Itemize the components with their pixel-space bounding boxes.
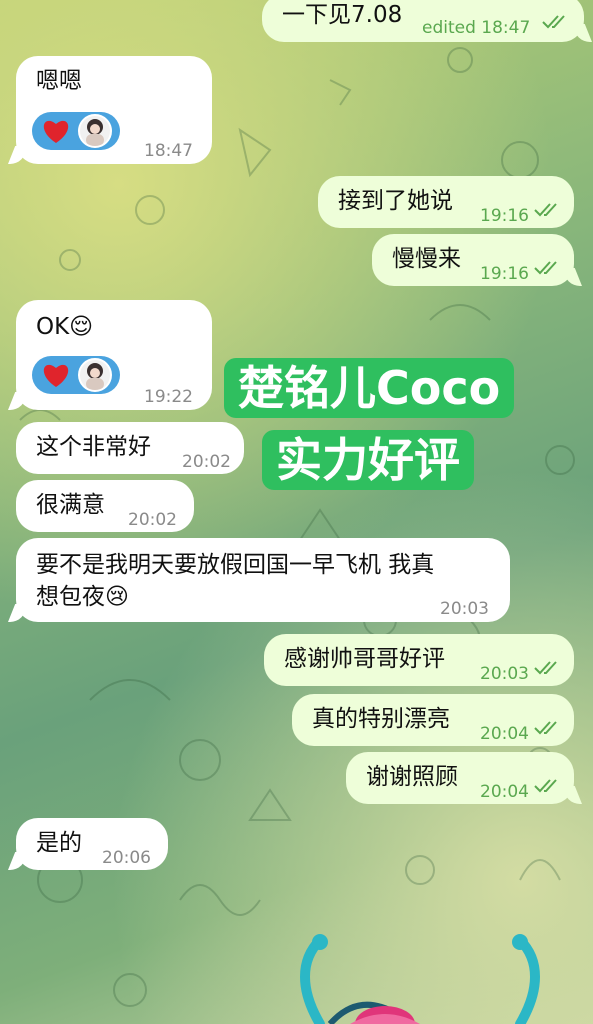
incoming-message[interactable]: 这个非常好 20:02 [16, 422, 244, 474]
message-text: 一下见7.08 [282, 2, 403, 28]
outgoing-message[interactable]: 真的特别漂亮 20:04 [292, 694, 574, 746]
outgoing-message[interactable]: 接到了她说 19:16 [318, 176, 574, 228]
message-text: 真的特别漂亮 [312, 706, 450, 732]
double-check-icon [534, 721, 557, 735]
message-time: 19:16 [480, 206, 529, 226]
chat-screen: 一下见7.08 edited 18:47 嗯嗯 18:47 接到了她说 19:1… [0, 0, 593, 1024]
message-text-line2: 想包夜😢 [36, 584, 129, 610]
message-text: 接到了她说 [338, 188, 453, 214]
message-time: 20:06 [102, 848, 151, 868]
message-time: 18:47 [144, 141, 193, 161]
outgoing-message[interactable]: 一下见7.08 edited 18:47 [262, 0, 584, 42]
outgoing-message[interactable]: 谢谢照顾 20:04 [346, 752, 574, 804]
overlay-line-2: 实力好评 [262, 430, 474, 490]
heart-icon [43, 364, 69, 387]
message-time: 20:03 [480, 664, 529, 684]
incoming-message[interactable]: OK😌 19:22 [16, 300, 212, 410]
double-check-icon [534, 779, 557, 793]
message-text: OK😌 [36, 314, 94, 340]
message-time: 20:02 [128, 510, 177, 530]
message-text: 感谢帅哥哥好评 [284, 646, 445, 672]
reaction-chip[interactable] [32, 112, 120, 150]
reaction-chip[interactable] [32, 356, 120, 394]
heart-icon [43, 120, 69, 143]
message-text: 很满意 [36, 492, 105, 518]
message-text: 嗯嗯 [36, 68, 82, 94]
message-time: 20:04 [480, 724, 529, 744]
avatar [78, 358, 112, 392]
incoming-message[interactable]: 很满意 20:02 [16, 480, 194, 532]
double-check-icon [534, 661, 557, 675]
message-text: 谢谢照顾 [366, 764, 458, 790]
double-check-icon [542, 15, 565, 29]
double-check-icon [534, 261, 557, 275]
message-time: 20:03 [440, 599, 489, 619]
message-text: 这个非常好 [36, 434, 151, 460]
avatar [78, 114, 112, 148]
message-text-line1: 要不是我明天要放假回国一早飞机 我真 [36, 552, 435, 578]
message-time: 19:16 [480, 264, 529, 284]
message-text: 慢慢来 [392, 246, 461, 272]
message-time: 20:04 [480, 782, 529, 802]
incoming-message[interactable]: 嗯嗯 18:47 [16, 56, 212, 164]
incoming-message[interactable]: 是的 20:06 [16, 818, 168, 870]
message-time: edited 18:47 [422, 18, 531, 38]
message-time: 19:22 [144, 387, 193, 407]
outgoing-message[interactable]: 感谢帅哥哥好评 20:03 [264, 634, 574, 686]
incoming-message[interactable]: 要不是我明天要放假回国一早飞机 我真 想包夜😢 20:03 [16, 538, 510, 622]
overlay-line-1: 楚铭儿Coco [224, 358, 515, 418]
promo-overlay: 楚铭儿Coco 实力好评 [224, 352, 550, 496]
double-check-icon [534, 203, 557, 217]
decorative-character-illustration [300, 934, 540, 1024]
outgoing-message[interactable]: 慢慢来 19:16 [372, 234, 574, 286]
message-text: 是的 [36, 830, 82, 856]
